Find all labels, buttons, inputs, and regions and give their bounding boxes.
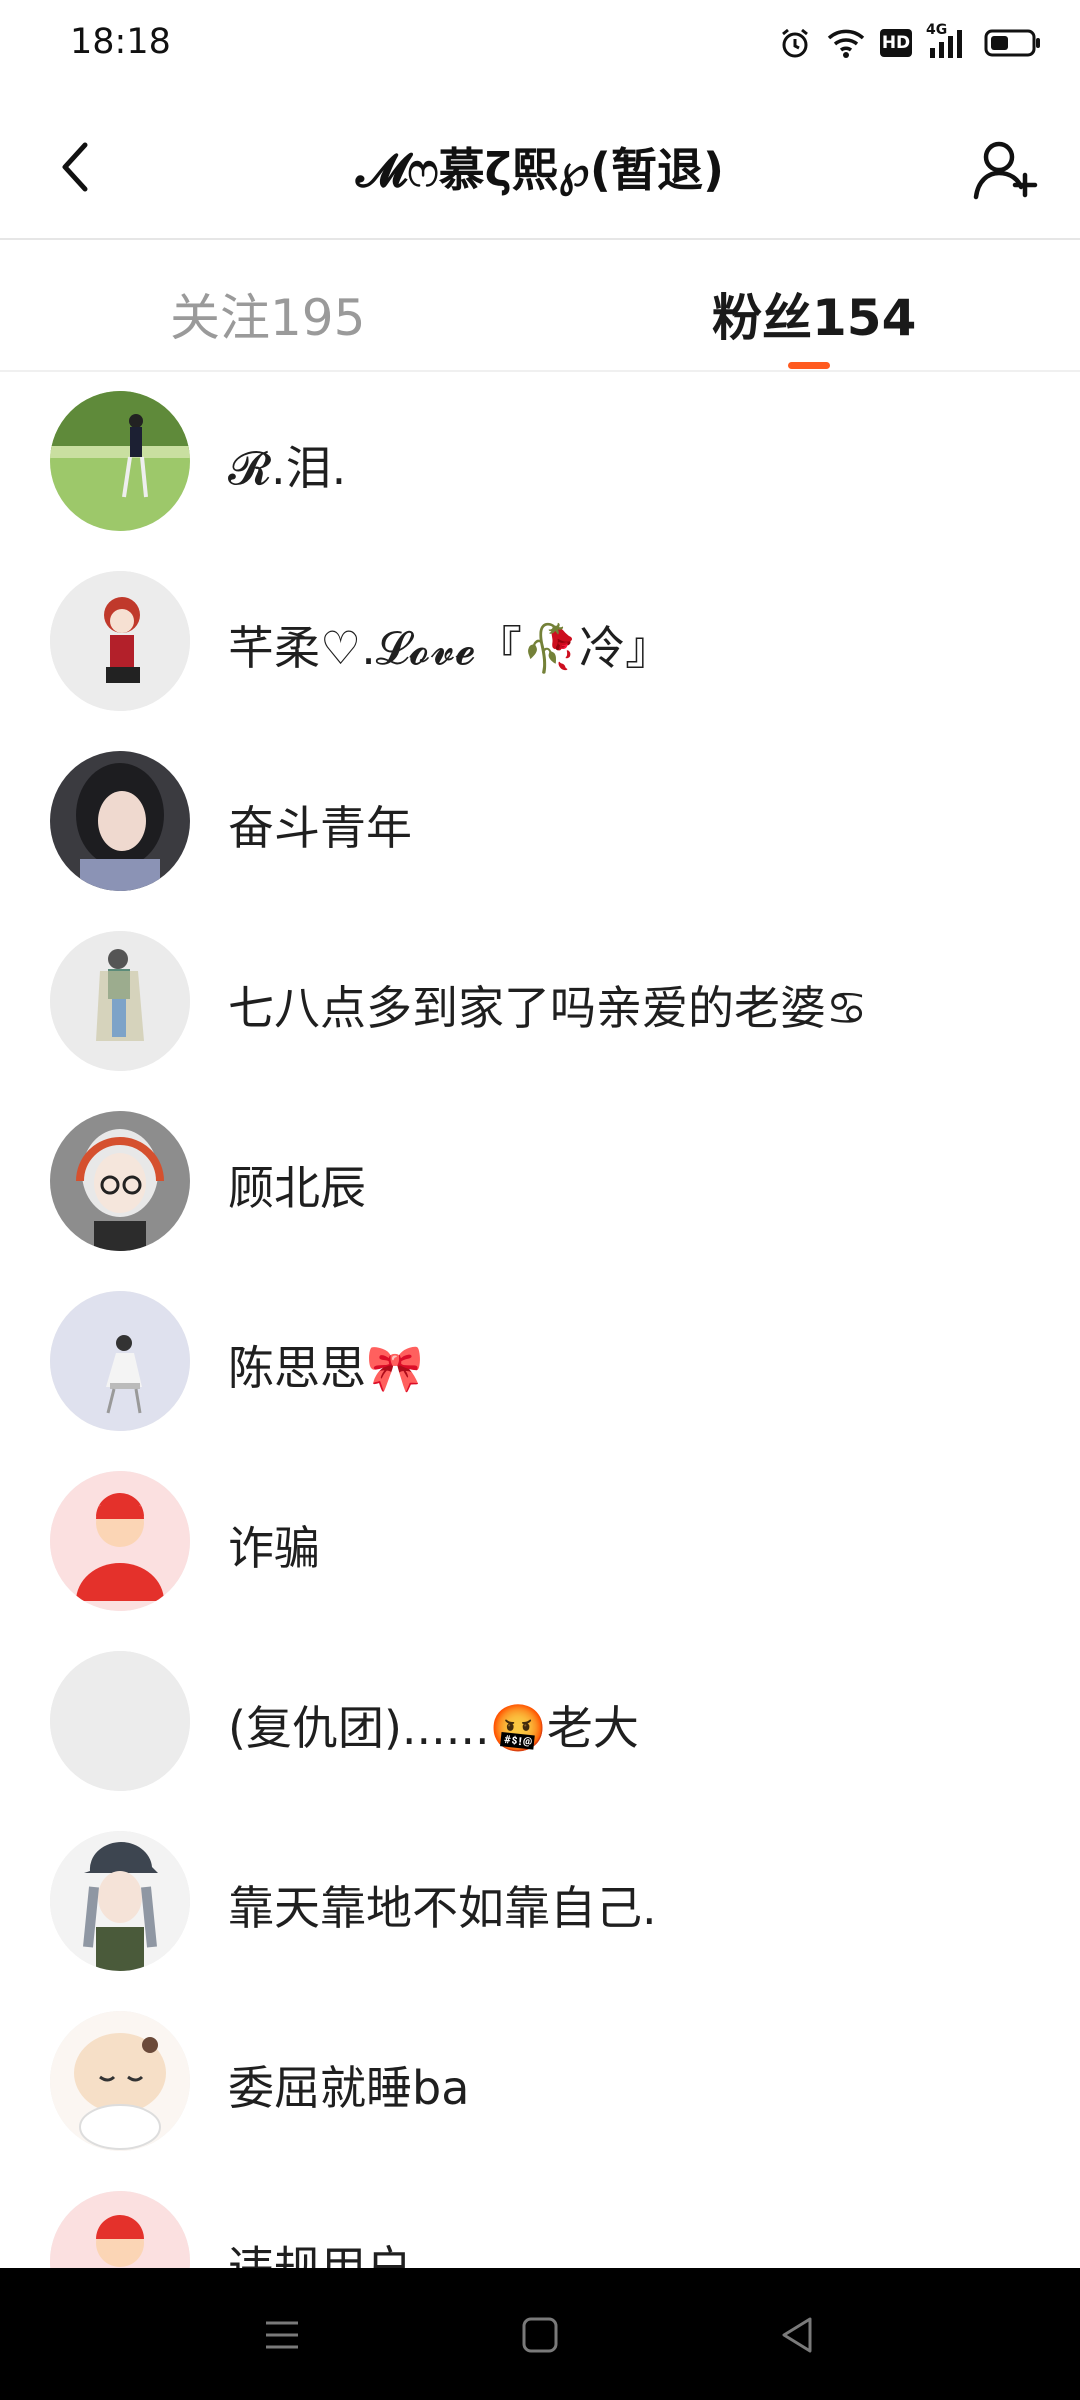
avatar[interactable] [50, 1111, 190, 1251]
active-tab-indicator [788, 362, 830, 369]
avatar[interactable] [50, 571, 190, 711]
follower-item[interactable]: 𝓡.泪. [0, 372, 1080, 552]
avatar[interactable] [50, 1291, 190, 1431]
battery-icon [984, 28, 1042, 58]
avatar[interactable] [50, 1471, 190, 1611]
followers-list: 𝓡.泪. 芊柔♡.𝓛𝓸𝓿𝓮『🥀冷』 奋斗青年 七八点多到家了吗亲爱的老婆♋ 顾北… [0, 372, 1080, 2268]
status-icons: HD 4G [778, 22, 1042, 60]
system-back-button[interactable] [768, 2310, 828, 2360]
avatar[interactable] [50, 931, 190, 1071]
avatar[interactable] [50, 2011, 190, 2151]
follower-item[interactable]: 违规用户 [0, 2172, 1080, 2268]
avatar[interactable] [50, 1831, 190, 1971]
follower-item[interactable]: (复仇团)......🤬老大 [0, 1632, 1080, 1812]
status-time: 18:18 [70, 22, 171, 62]
status-bar: 18:18 HD 4G [0, 0, 1080, 96]
back-button[interactable] [40, 132, 110, 202]
menu-button[interactable] [252, 2310, 312, 2360]
follower-item[interactable]: 诈骗 [0, 1452, 1080, 1632]
follower-item[interactable]: 陈思思🎀 [0, 1272, 1080, 1452]
user-name: 靠天靠地不如靠自己. [228, 1881, 657, 1935]
user-name: 𝓡.泪. [228, 441, 347, 495]
home-button[interactable] [510, 2310, 570, 2360]
user-name: 奋斗青年 [228, 801, 412, 855]
page-title: 𝓜ෆ慕ζ熙℘(暂退) [356, 143, 724, 197]
avatar[interactable] [50, 751, 190, 891]
chevron-left-icon [62, 142, 88, 192]
follow-tabs: 关注195 粉丝154 [0, 240, 1080, 372]
tab-following[interactable]: 关注195 [170, 278, 365, 350]
avatar[interactable] [50, 391, 190, 531]
navigation-bar [0, 2268, 1080, 2400]
follower-item[interactable]: 芊柔♡.𝓛𝓸𝓿𝓮『🥀冷』 [0, 552, 1080, 732]
add-friend-icon [973, 141, 1038, 200]
signal-4g-icon: 4G [926, 22, 970, 60]
add-friend-button[interactable] [966, 130, 1046, 210]
header: 𝓜ෆ慕ζ熙℘(暂退) [0, 96, 1080, 240]
user-name: 委屈就睡ba [228, 2061, 470, 2115]
menu-icon [266, 2321, 298, 2349]
back-triangle-icon [782, 2317, 812, 2353]
user-name: 诈骗 [228, 1521, 320, 1575]
user-name: 陈思思🎀 [228, 1341, 424, 1395]
tab-followers[interactable]: 粉丝154 [712, 278, 916, 350]
follower-item[interactable]: 顾北辰 [0, 1092, 1080, 1272]
follower-item[interactable]: 靠天靠地不如靠自己. [0, 1812, 1080, 1992]
follower-item[interactable]: 奋斗青年 [0, 732, 1080, 912]
avatar[interactable] [50, 2191, 190, 2268]
user-name: 顾北辰 [228, 1161, 366, 1215]
user-name: 违规用户 [228, 2241, 412, 2268]
user-name: 芊柔♡.𝓛𝓸𝓿𝓮『🥀冷』 [228, 621, 672, 675]
user-name: (复仇团)......🤬老大 [228, 1701, 639, 1755]
follower-item[interactable]: 七八点多到家了吗亲爱的老婆♋ [0, 912, 1080, 1092]
wifi-icon [826, 27, 866, 59]
alarm-icon [778, 26, 812, 60]
home-square-icon [522, 2317, 558, 2353]
hd-icon: HD [880, 29, 912, 57]
avatar[interactable] [50, 1651, 190, 1791]
follower-item[interactable]: 委屈就睡ba [0, 1992, 1080, 2172]
user-name: 七八点多到家了吗亲爱的老婆♋ [228, 981, 868, 1035]
